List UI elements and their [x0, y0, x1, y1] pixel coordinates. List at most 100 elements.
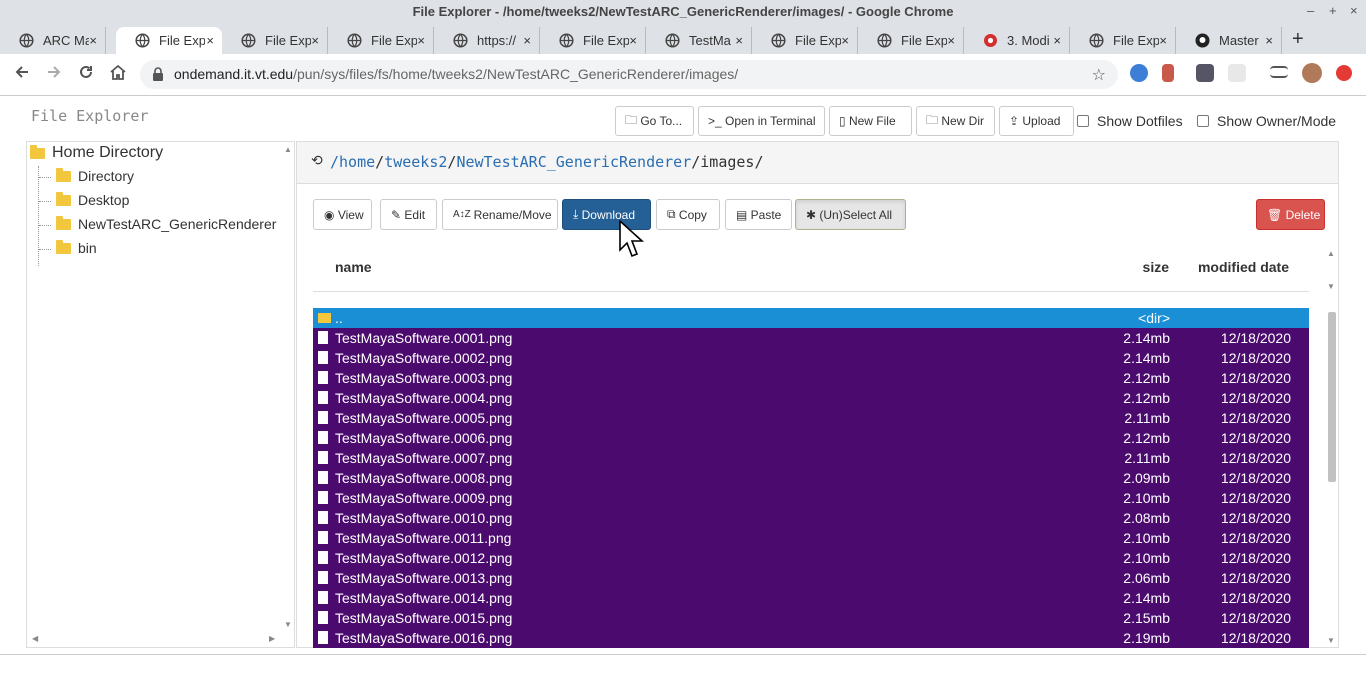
table-row[interactable]: TestMayaSoftware.0014.png 2.14mb 12/18/202… [313, 588, 1309, 608]
table-row[interactable]: TestMayaSoftware.0015.png 2.15mb 12/18/202… [313, 608, 1309, 628]
show-owner-checkbox[interactable]: Show Owner/Mode [1197, 113, 1336, 129]
tab-4[interactable]: https:// × [434, 27, 540, 54]
column-date[interactable]: modified date [1198, 259, 1289, 275]
reading-list-icon[interactable] [1270, 66, 1288, 78]
paste-button[interactable]: ▤ Paste [725, 199, 792, 230]
forward-button[interactable] [46, 64, 62, 85]
scroll-up-arrow[interactable]: ▲ [1327, 249, 1335, 258]
view-button[interactable]: ◉ View [313, 199, 372, 230]
tab-close-icon[interactable]: × [89, 33, 97, 48]
file-icon [318, 431, 328, 444]
tree-item-bin[interactable]: bin [56, 239, 97, 256]
rename-move-button[interactable]: A↕Z Rename/Move [442, 199, 558, 230]
home-button[interactable] [109, 64, 127, 85]
tab-close-icon[interactable]: × [523, 33, 531, 48]
column-name[interactable]: name [335, 259, 372, 275]
tab-10[interactable]: File Exp × [1070, 27, 1176, 54]
file-list-scrollbar[interactable]: ▲ ▼ ▼ [1325, 244, 1339, 648]
breadcrumb-user[interactable]: tweeks2 [384, 153, 447, 171]
tab-9[interactable]: 3. Modi × [964, 27, 1070, 54]
tab-close-icon[interactable]: × [841, 33, 849, 48]
bottom-bar [0, 654, 1366, 688]
folder-icon [56, 167, 71, 182]
file-name: TestMayaSoftware.0014.png [335, 590, 513, 606]
tree-item-newtestarc[interactable]: NewTestARC_GenericRenderer [56, 215, 276, 232]
tree-item-desktop[interactable]: Desktop [56, 191, 129, 208]
tab-7[interactable]: File Exp × [752, 27, 858, 54]
extension-icon[interactable] [1162, 64, 1174, 82]
address-bar[interactable]: ondemand.it.vt.edu/pun/sys/files/fs/home… [140, 60, 1118, 89]
tab-close-icon[interactable]: × [1053, 33, 1061, 48]
tab-close-icon[interactable]: × [947, 33, 955, 48]
tab-close-icon[interactable]: × [629, 33, 637, 48]
reload-button[interactable] [78, 64, 94, 85]
tab-close-icon[interactable]: × [417, 33, 425, 48]
scroll-left-arrow[interactable]: ◀ [32, 634, 38, 643]
show-dotfiles-checkbox[interactable]: Show Dotfiles [1077, 113, 1183, 129]
scroll-right-arrow[interactable]: ▶ [269, 634, 275, 643]
new-tab-button[interactable]: + [1292, 28, 1304, 51]
table-row[interactable]: TestMayaSoftware.0016.png 2.19mb 12/18/202… [313, 628, 1309, 648]
table-row[interactable]: TestMayaSoftware.0005.png 2.11mb 12/18/202… [313, 408, 1309, 428]
scroll-down-arrow[interactable]: ▼ [1327, 282, 1335, 291]
new-dir-button[interactable]: 🗀 New Dir [916, 106, 995, 136]
extension-icon[interactable] [1130, 64, 1148, 82]
checkbox-box[interactable] [1197, 115, 1209, 127]
breadcrumb-home[interactable]: /home [330, 153, 375, 171]
upload-button[interactable]: ⇪ Upload [999, 106, 1074, 136]
scroll-down-arrow[interactable]: ▼ [284, 620, 292, 629]
tab-close-icon[interactable]: × [1265, 33, 1273, 48]
avatar[interactable] [1302, 63, 1322, 83]
table-row[interactable]: TestMayaSoftware.0008.png 2.09mb 12/18/202… [313, 468, 1309, 488]
extension-icon[interactable] [1196, 64, 1214, 82]
open-terminal-button[interactable]: >_ Open in Terminal [698, 106, 825, 136]
table-row[interactable]: TestMayaSoftware.0010.png 2.08mb 12/18/202… [313, 508, 1309, 528]
table-row[interactable]: TestMayaSoftware.0006.png 2.12mb 12/18/202… [313, 428, 1309, 448]
tab-close-icon[interactable]: × [735, 33, 743, 48]
tree-item-home[interactable]: Home Directory [30, 144, 163, 162]
edit-button[interactable]: ✎ Edit [380, 199, 437, 230]
checkbox-box[interactable] [1077, 115, 1089, 127]
tab-3[interactable]: File Exp × [328, 27, 434, 54]
column-size[interactable]: size [1143, 259, 1169, 275]
tab-8[interactable]: File Exp × [858, 27, 964, 54]
table-row[interactable]: TestMayaSoftware.0011.png 2.10mb 12/18/202… [313, 528, 1309, 548]
tab-close-icon[interactable]: × [206, 33, 214, 48]
bookmark-star-icon[interactable]: ☆ [1092, 65, 1106, 85]
maximize-button[interactable]: + [1329, 3, 1337, 18]
tab-1[interactable]: File Exp × [116, 27, 222, 54]
scroll-up-arrow[interactable]: ▲ [284, 145, 292, 154]
tab-close-icon[interactable]: × [1159, 33, 1167, 48]
table-row[interactable]: TestMayaSoftware.0013.png 2.06mb 12/18/202… [313, 568, 1309, 588]
close-window-button[interactable]: × [1350, 3, 1358, 18]
delete-button[interactable]: 🗑 Delete [1256, 199, 1325, 230]
select-all-button[interactable]: ✱ (Un)Select All [795, 199, 906, 230]
copy-button[interactable]: ⧉ Copy [656, 199, 720, 230]
table-row[interactable]: TestMayaSoftware.0004.png 2.12mb 12/18/202… [313, 388, 1309, 408]
back-button[interactable] [14, 64, 30, 85]
trash-icon: 🗑 [1267, 207, 1286, 222]
tab-5[interactable]: File Exp × [540, 27, 646, 54]
tree-item-directory[interactable]: Directory [56, 167, 134, 184]
table-row[interactable]: TestMayaSoftware.0007.png 2.11mb 12/18/202… [313, 448, 1309, 468]
tab-6[interactable]: TestMa × [646, 27, 752, 54]
tab-11[interactable]: Master × [1176, 27, 1282, 54]
update-icon[interactable] [1336, 65, 1352, 81]
tab-0[interactable]: ARC Ma × [0, 27, 106, 54]
table-row-parent[interactable]: .. <dir> [313, 308, 1309, 328]
table-row[interactable]: TestMayaSoftware.0001.png 2.14mb 12/18/202… [313, 328, 1309, 348]
scrollbar-thumb[interactable] [1328, 312, 1336, 482]
tab-2[interactable]: File Exp × [222, 27, 328, 54]
goto-button[interactable]: 🗀 Go To... [615, 106, 694, 136]
tab-close-icon[interactable]: × [311, 33, 319, 48]
scroll-down-arrow[interactable]: ▼ [1327, 636, 1335, 645]
minimize-button[interactable]: – [1307, 3, 1314, 18]
table-row[interactable]: TestMayaSoftware.0003.png 2.12mb 12/18/202… [313, 368, 1309, 388]
new-file-button[interactable]: ▯ New File [829, 106, 912, 136]
refresh-icon[interactable]: ⟲ [311, 153, 323, 169]
table-row[interactable]: TestMayaSoftware.0002.png 2.14mb 12/18/202… [313, 348, 1309, 368]
table-row[interactable]: TestMayaSoftware.0012.png 2.10mb 12/18/202… [313, 548, 1309, 568]
breadcrumb-project[interactable]: NewTestARC_GenericRenderer [456, 153, 691, 171]
extension-icon[interactable] [1228, 64, 1246, 82]
table-row[interactable]: TestMayaSoftware.0009.png 2.10mb 12/18/202… [313, 488, 1309, 508]
